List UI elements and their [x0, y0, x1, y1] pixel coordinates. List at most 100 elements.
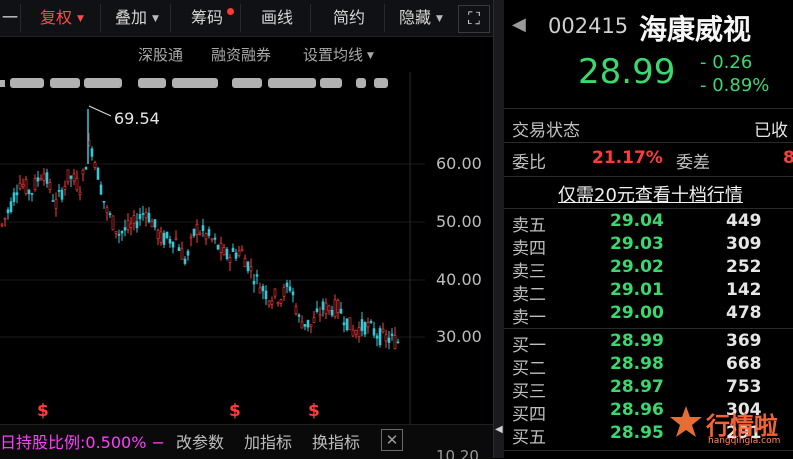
bid-volume: 753 [726, 377, 762, 397]
ask-row[interactable]: 卖三 29.02 252 [504, 257, 793, 282]
stock-code: 002415 [548, 14, 629, 38]
upgrade-promo-link[interactable]: 仅需20元查看十档行情 [558, 181, 743, 207]
divider [504, 176, 793, 177]
candle-body [171, 241, 175, 248]
huaxian-button[interactable]: 画线 [244, 4, 311, 32]
candle-body [324, 302, 328, 315]
candle-body [156, 230, 160, 239]
candle-body [396, 341, 400, 344]
candle-body [99, 184, 103, 195]
candle-body [375, 335, 379, 339]
candle-body [30, 193, 34, 195]
bid-row[interactable]: 买一 28.99 369 [504, 331, 793, 356]
rongzi-link[interactable]: 融资融券 [211, 44, 271, 65]
candle-body [198, 232, 202, 235]
candle-body [294, 306, 298, 314]
peak-label: 69.54 [114, 109, 160, 128]
candle-body [315, 308, 319, 312]
toolbar-first-button[interactable]: 一 [0, 4, 21, 32]
bid-price: 28.96 [610, 400, 664, 420]
ask-row[interactable]: 卖五 29.04 449 [504, 211, 793, 236]
candle-body [15, 192, 19, 196]
candle-body [90, 148, 94, 157]
shengutong-link[interactable]: 深股通 [138, 44, 183, 65]
partial-axis-label: 10.20 [436, 447, 479, 459]
chevron-down-icon: ▼ [436, 14, 443, 24]
event-marker[interactable]: $ [37, 401, 49, 421]
candle-body [303, 324, 307, 327]
y-tick-label: 60.00 [436, 154, 482, 173]
back-arrow-icon[interactable]: ◀ [512, 14, 526, 35]
quote-panel: ◀ 002415 海康威视 28.99 - 0.26 - 0.89% 交易状态 … [504, 0, 793, 458]
candle-body [24, 179, 28, 195]
candle-body [147, 212, 151, 223]
status-value: 已收 [754, 121, 788, 141]
candle-body [243, 258, 247, 268]
ask-label: 卖四 [512, 239, 546, 259]
candle-body [117, 233, 121, 236]
junxian-link[interactable]: 设置均线 ▼ [303, 44, 374, 65]
close-icon[interactable]: ✕ [381, 429, 403, 451]
ask-row[interactable]: 卖一 29.00 478 [504, 303, 793, 328]
toolbar-first-label: 一 [1, 8, 18, 27]
status-label: 交易状态 [512, 121, 580, 141]
candle-body [126, 220, 130, 230]
diejia-label: 叠加 [115, 8, 148, 27]
candle-body [321, 301, 325, 310]
candle-body [180, 248, 184, 260]
jianyue-button[interactable]: 简约 [314, 4, 385, 32]
candle-body [381, 328, 385, 333]
bid-row[interactable]: 买三 28.97 753 [504, 377, 793, 402]
candle-body [309, 324, 313, 327]
event-marker[interactable]: $ [308, 401, 320, 421]
ask-row[interactable]: 卖二 29.01 142 [504, 280, 793, 305]
bid-volume: 668 [726, 354, 762, 374]
candle-body [48, 182, 52, 190]
divider [504, 208, 793, 209]
diejia-dropdown[interactable]: 叠加 ▼ [104, 4, 171, 32]
candle-body [207, 229, 211, 236]
fullscreen-icon[interactable]: ⛶ [458, 5, 490, 33]
chouma-label: 筹码 [190, 8, 223, 27]
switch-indicator-button[interactable]: 换指标 [312, 429, 360, 453]
candle-body [357, 327, 361, 338]
ask-row[interactable]: 卖四 29.03 309 [504, 234, 793, 259]
bid-volume: 369 [726, 331, 762, 351]
candlestick-chart[interactable]: 69.54 $ $ $ [0, 72, 493, 424]
chevron-down-icon: ▼ [77, 14, 84, 24]
holding-ratio-text: 日持股比例:0.500% − [0, 433, 165, 452]
candle-body [84, 166, 88, 170]
candle-body [342, 322, 346, 326]
candle-body [363, 322, 367, 335]
candle-body [291, 291, 295, 296]
ask-volume: 449 [726, 211, 762, 231]
collapse-arrow-icon[interactable]: ◀ [495, 424, 503, 435]
divider [504, 450, 793, 451]
ask-price: 29.04 [610, 211, 664, 231]
bid-price: 28.97 [610, 377, 664, 397]
candle-body [306, 319, 310, 328]
event-marker[interactable]: $ [229, 401, 241, 421]
candle-body [231, 247, 235, 252]
chouma-button[interactable]: 筹码 [174, 4, 241, 32]
candle-body [288, 286, 292, 291]
candle-body [219, 242, 223, 253]
candle-body [345, 318, 349, 331]
bid-row[interactable]: 买二 28.98 668 [504, 354, 793, 379]
candle-body [141, 213, 145, 215]
y-tick-label: 40.00 [436, 270, 482, 289]
fuquan-dropdown[interactable]: 复权 ▼ [24, 4, 101, 32]
bid-price: 28.99 [610, 331, 664, 351]
candle-body [333, 299, 337, 318]
candle-body [36, 177, 40, 182]
candle-body [258, 287, 262, 294]
divider [504, 108, 793, 109]
candle-body [270, 300, 274, 305]
yincang-dropdown[interactable]: 隐藏 ▼ [388, 4, 454, 32]
candle-body [72, 173, 76, 182]
modify-params-button[interactable]: 改参数 [176, 429, 224, 453]
candle-body [162, 232, 166, 245]
add-indicator-button[interactable]: 加指标 [244, 429, 292, 453]
candle-body [81, 170, 85, 175]
candle-body [9, 201, 13, 212]
